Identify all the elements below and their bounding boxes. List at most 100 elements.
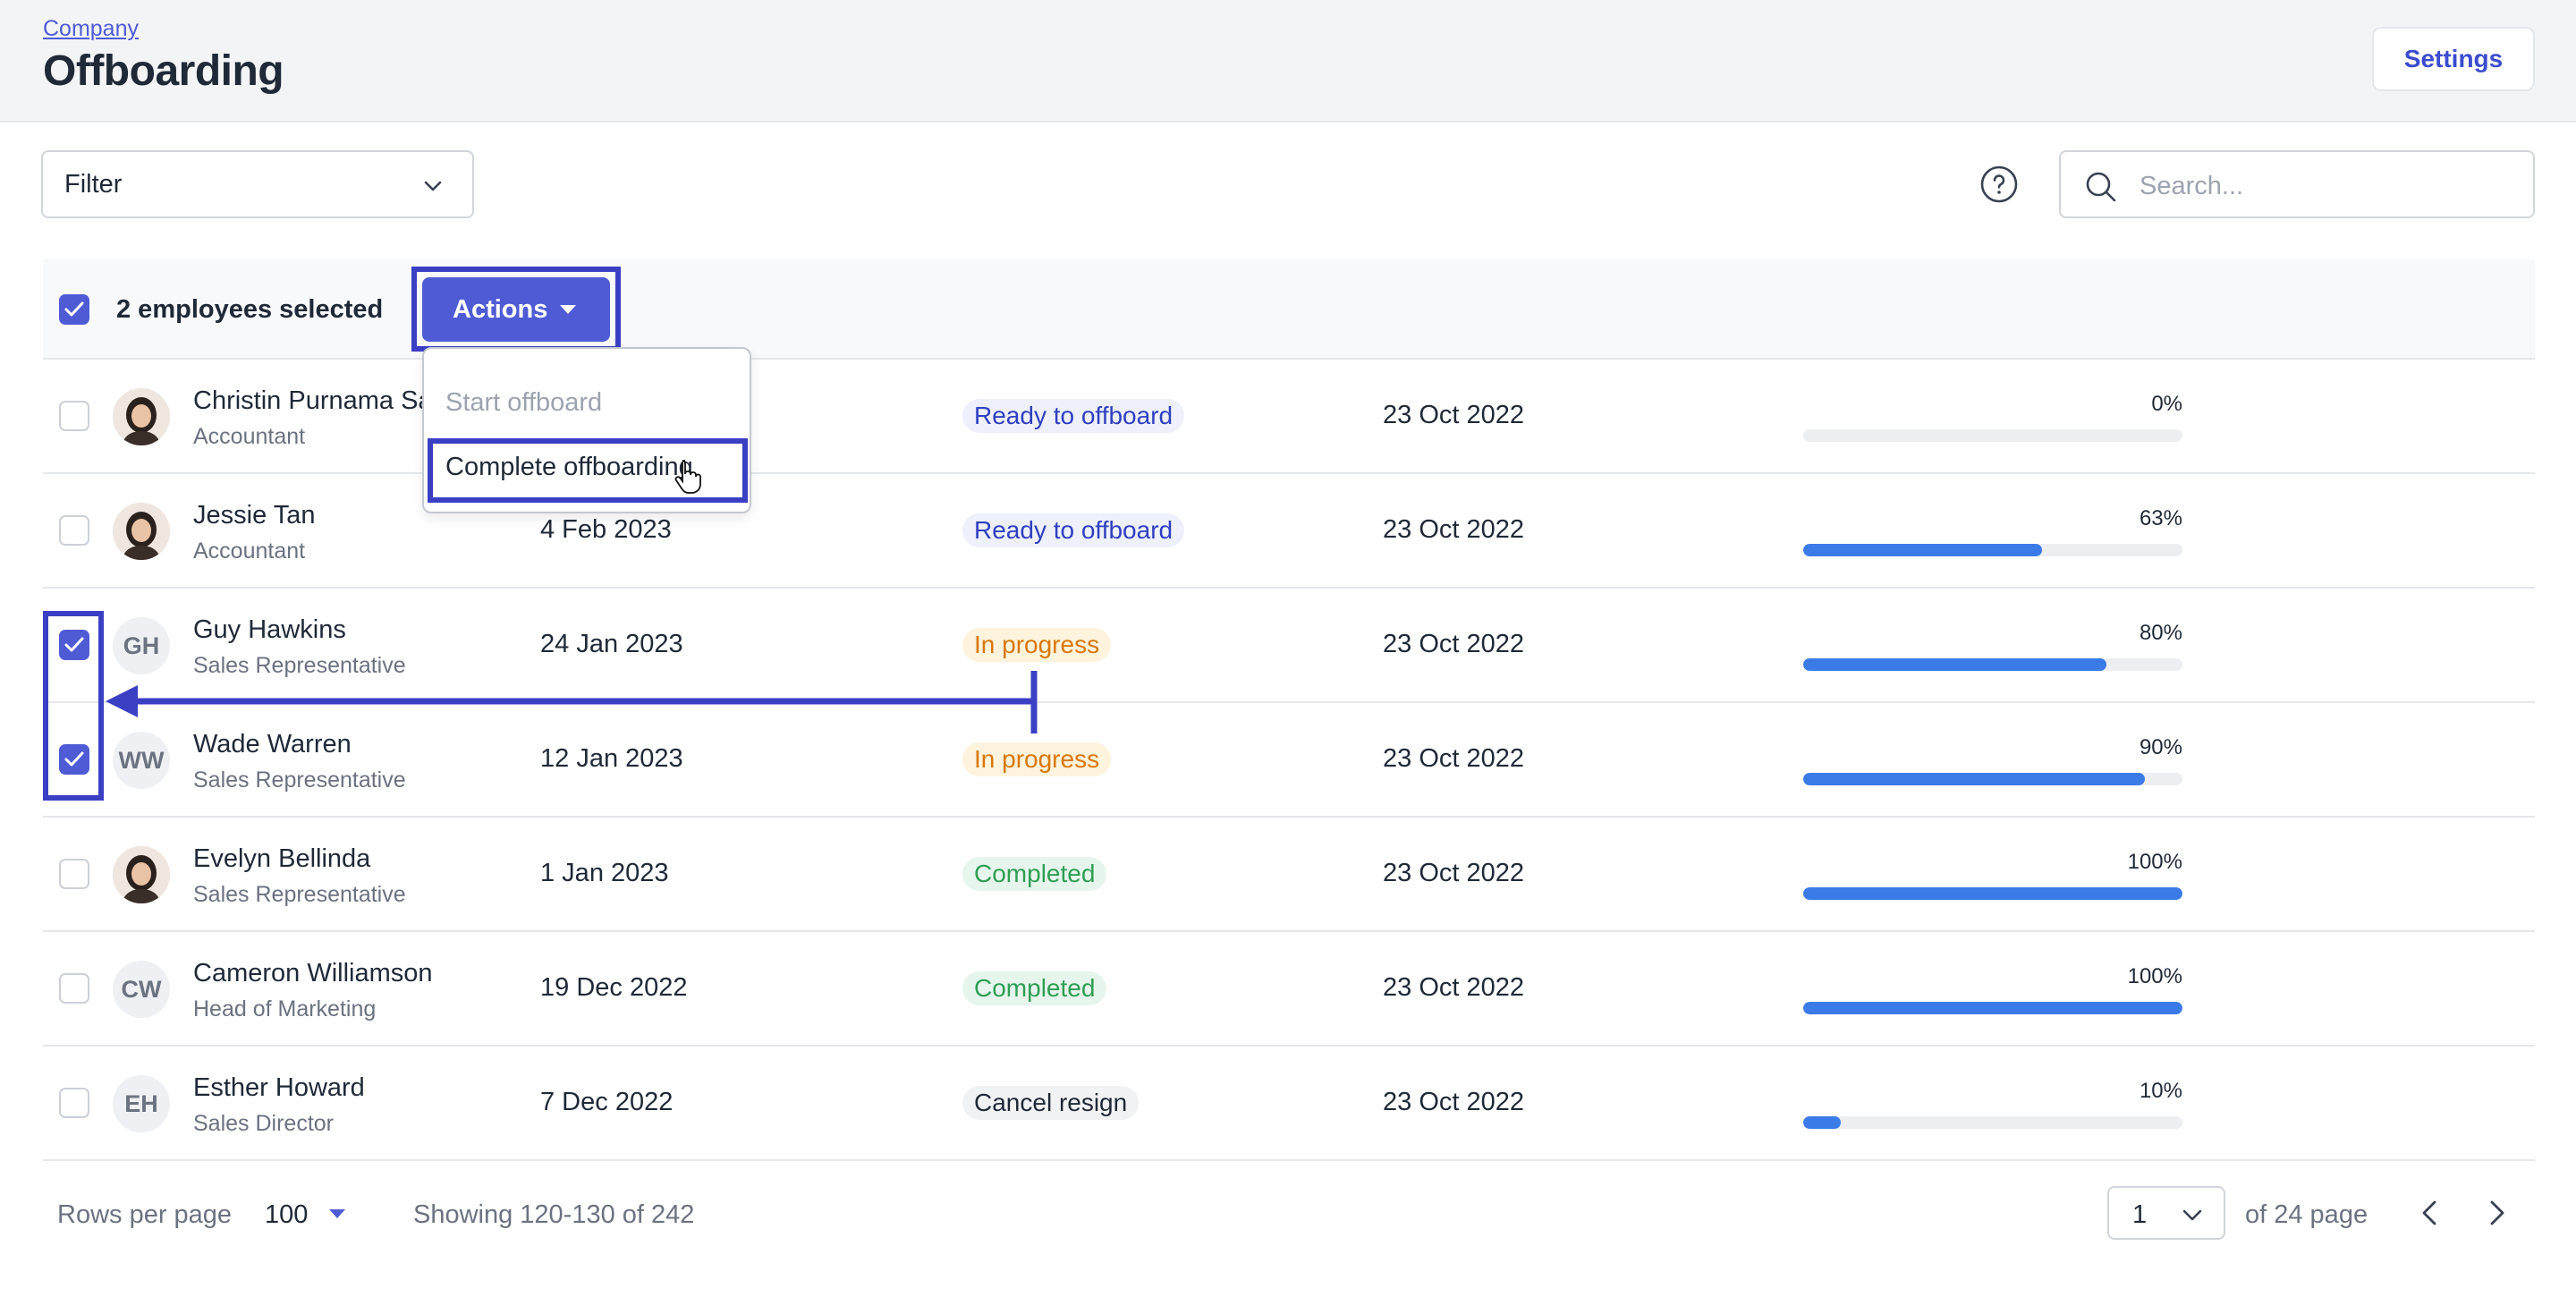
actions-button[interactable]: Actions (422, 277, 610, 342)
progress-fill (1803, 544, 2043, 556)
progress-percent: 90% (2139, 735, 2182, 759)
progress-percent: 0% (2151, 392, 2182, 416)
last-day: 1 Jan 2023 (540, 859, 669, 887)
avatar-initials: GH (123, 632, 160, 659)
request-date: 23 Oct 2022 (1383, 744, 1524, 773)
last-day: 12 Jan 2023 (540, 744, 683, 773)
arrow-left-icon (106, 671, 1038, 733)
avatar (113, 388, 170, 445)
progress-fill (1803, 887, 2182, 900)
check-icon (64, 301, 84, 317)
search-placeholder: Search... (2140, 172, 2244, 200)
table-row[interactable]: EH Esther Howard Sales Director 7 Dec 2022 C… (43, 1047, 2535, 1161)
row-checkbox[interactable] (59, 973, 89, 1004)
table-row[interactable]: Christin Purnama Sa Accountant Ready to of… (43, 360, 2535, 474)
table-row[interactable]: CW Cameron Williamson Head of Marketing 19 … (43, 932, 2535, 1047)
actions-label: Actions (453, 294, 548, 324)
progress-bar (1803, 887, 2182, 900)
selected-checkboxes-highlight (43, 611, 104, 801)
progress-percent: 100% (2127, 964, 2182, 988)
employee-name[interactable]: Esther Howard (193, 1073, 365, 1103)
progress-bar (1803, 1002, 2182, 1014)
progress-percent: 10% (2139, 1079, 2182, 1103)
table-row[interactable]: Evelyn Bellinda Sales Representative 1 Jan… (43, 818, 2535, 932)
employee-name[interactable]: Guy Hawkins (193, 615, 346, 645)
request-date: 23 Oct 2022 (1383, 859, 1524, 887)
avatar: EH (113, 1075, 170, 1132)
chevron-left-icon[interactable] (2415, 1197, 2445, 1229)
row-checkbox[interactable] (59, 515, 89, 546)
progress-bar (1803, 544, 2182, 556)
progress-fill (1803, 1002, 2182, 1014)
avatar-initials: WW (118, 746, 165, 774)
progress-bar (1803, 429, 2182, 442)
request-date: 23 Oct 2022 (1383, 401, 1524, 429)
employee-role: Accountant (193, 424, 306, 449)
select-all-checkbox[interactable] (59, 294, 89, 325)
progress-fill (1803, 1116, 1842, 1129)
employee-name[interactable]: Cameron Williamson (193, 959, 433, 988)
request-date: 23 Oct 2022 (1383, 973, 1524, 1002)
progress-bar (1803, 773, 2182, 785)
status-badge: Completed (962, 971, 1107, 1005)
chevron-right-icon[interactable] (2481, 1197, 2512, 1229)
last-day: 19 Dec 2022 (540, 973, 688, 1002)
employee-role: Sales Director (193, 1111, 334, 1136)
avatar: CW (113, 961, 170, 1018)
rows-per-page-select[interactable]: 100 (265, 1200, 308, 1230)
avatar (113, 846, 170, 903)
progress-percent: 80% (2139, 621, 2182, 645)
progress-percent: 63% (2139, 506, 2182, 530)
employee-role: Sales Representative (193, 767, 406, 793)
search-input[interactable]: Search... (2059, 150, 2535, 218)
breadcrumb-company[interactable]: Company (43, 16, 139, 42)
employee-role: Accountant (193, 538, 306, 564)
status-badge: In progress (962, 742, 1112, 776)
status-badge: Ready to offboard (962, 399, 1185, 433)
employee-name[interactable]: Evelyn Bellinda (193, 844, 370, 874)
progress-bar (1803, 658, 2182, 671)
status-badge: In progress (962, 628, 1112, 662)
page-value: 1 (2132, 1200, 2148, 1229)
avatar-initials: EH (124, 1089, 158, 1117)
last-day: 24 Jan 2023 (540, 630, 683, 658)
actions-menu: Start offboard Complete offboarding (422, 347, 751, 513)
menu-item-start-offboard[interactable]: Start offboard (445, 388, 602, 418)
filter-label: Filter (64, 169, 123, 199)
help-circle-icon[interactable] (1979, 165, 2019, 204)
row-checkbox[interactable] (59, 401, 89, 431)
status-badge: Ready to offboard (962, 513, 1185, 547)
page-header: Company Offboarding Settings (0, 0, 2576, 123)
status-badge: Cancel resign (962, 1086, 1140, 1120)
chevron-down-icon (424, 181, 442, 191)
avatar-photo-icon (113, 388, 170, 445)
progress-fill (1803, 658, 2107, 671)
caret-down-icon (560, 305, 576, 314)
employee-name[interactable]: Christin Purnama Sa (193, 386, 433, 416)
last-day: 4 Feb 2023 (540, 515, 672, 544)
page-title: Offboarding (43, 47, 284, 95)
progress-fill (1803, 773, 2145, 785)
avatar-photo-icon (113, 503, 170, 560)
last-day: 7 Dec 2022 (540, 1088, 674, 1116)
menu-item-complete-offboarding[interactable]: Complete offboarding (445, 453, 693, 482)
row-checkbox[interactable] (59, 859, 89, 889)
row-checkbox[interactable] (59, 1088, 89, 1118)
employee-name[interactable]: Jessie Tan (193, 501, 316, 530)
avatar (113, 503, 170, 560)
avatar-photo-icon (113, 846, 170, 903)
status-badge: Completed (962, 857, 1107, 891)
caret-down-icon[interactable] (329, 1209, 345, 1218)
request-date: 23 Oct 2022 (1383, 1088, 1524, 1116)
progress-bar (1803, 1116, 2182, 1129)
table-row[interactable]: Jessie Tan Accountant 4 Feb 2023 Ready to o… (43, 474, 2535, 589)
page-select[interactable]: 1 (2107, 1186, 2225, 1240)
settings-button[interactable]: Settings (2372, 27, 2535, 91)
selected-count: 2 employees selected (116, 295, 384, 324)
filter-select[interactable]: Filter (41, 150, 474, 218)
showing-range: Showing 120-130 of 242 (413, 1200, 695, 1229)
employee-role: Head of Marketing (193, 996, 377, 1021)
hand-cursor-icon (674, 460, 701, 494)
progress-percent: 100% (2127, 850, 2182, 874)
rows-per-page-label: Rows per page (57, 1200, 233, 1229)
